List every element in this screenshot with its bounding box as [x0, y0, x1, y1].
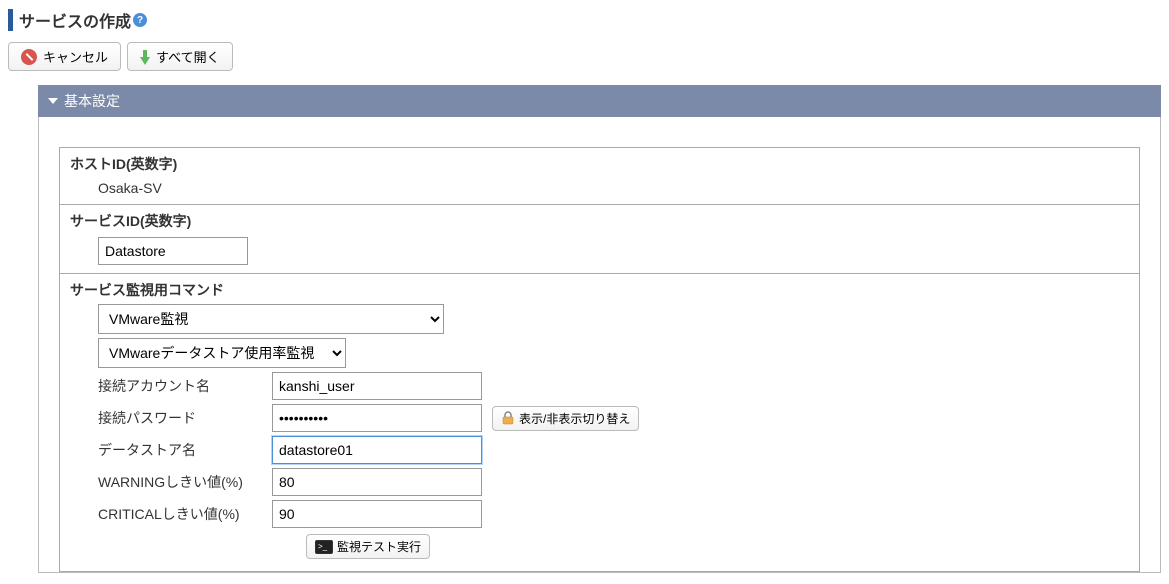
warning-input[interactable]: [272, 468, 482, 496]
help-icon[interactable]: ?: [133, 13, 147, 27]
expand-all-button[interactable]: すべて開く: [127, 42, 233, 71]
cancel-label: キャンセル: [43, 47, 108, 66]
datastore-label: データストア名: [98, 440, 270, 460]
toggle-visibility-button[interactable]: 表示/非表示切り替え: [492, 406, 639, 431]
account-input[interactable]: [272, 372, 482, 400]
monitor-test-label: 監視テスト実行: [337, 538, 421, 555]
section-basic-settings: 基本設定 ホストID(英数字) Osaka-SV サービスID(英数字): [38, 85, 1161, 573]
expand-all-label: すべて開く: [156, 47, 220, 66]
service-id-label: サービスID(英数字): [70, 211, 1129, 231]
terminal-icon: [315, 540, 333, 554]
section-title: 基本設定: [64, 91, 120, 111]
section-body: ホストID(英数字) Osaka-SV サービスID(英数字) サービス監視用コ…: [38, 117, 1161, 573]
password-label: 接続パスワード: [98, 408, 270, 428]
monitor-subtype-select[interactable]: VMwareデータストア使用率監視: [98, 338, 346, 368]
lock-icon: [501, 411, 515, 425]
host-id-value: Osaka-SV: [70, 176, 1129, 198]
arrow-down-icon: [140, 57, 150, 65]
warning-label: WARNINGしきい値(%): [98, 472, 270, 492]
monitor-command-label: サービス監視用コマンド: [70, 280, 1129, 300]
collapse-icon: [48, 98, 58, 104]
critical-input[interactable]: [272, 500, 482, 528]
page-title: サービスの作成: [19, 8, 131, 32]
datastore-input[interactable]: [272, 436, 482, 464]
service-id-input[interactable]: [98, 237, 248, 265]
toggle-visibility-label: 表示/非表示切り替え: [519, 410, 630, 427]
monitor-test-button[interactable]: 監視テスト実行: [306, 534, 430, 559]
password-input[interactable]: [272, 404, 482, 432]
title-bar: [8, 9, 13, 31]
cancel-icon: [21, 49, 37, 65]
critical-label: CRITICALしきい値(%): [98, 504, 270, 524]
section-header[interactable]: 基本設定: [38, 85, 1161, 117]
form-table: ホストID(英数字) Osaka-SV サービスID(英数字) サービス監視用コ…: [59, 147, 1140, 572]
account-label: 接続アカウント名: [98, 376, 270, 396]
page-title-wrap: サービスの作成 ?: [8, 8, 1161, 32]
host-id-label: ホストID(英数字): [70, 154, 1129, 174]
cancel-button[interactable]: キャンセル: [8, 42, 121, 71]
monitor-type-select[interactable]: VMware監視: [98, 304, 444, 334]
toolbar: キャンセル すべて開く: [8, 42, 1161, 71]
